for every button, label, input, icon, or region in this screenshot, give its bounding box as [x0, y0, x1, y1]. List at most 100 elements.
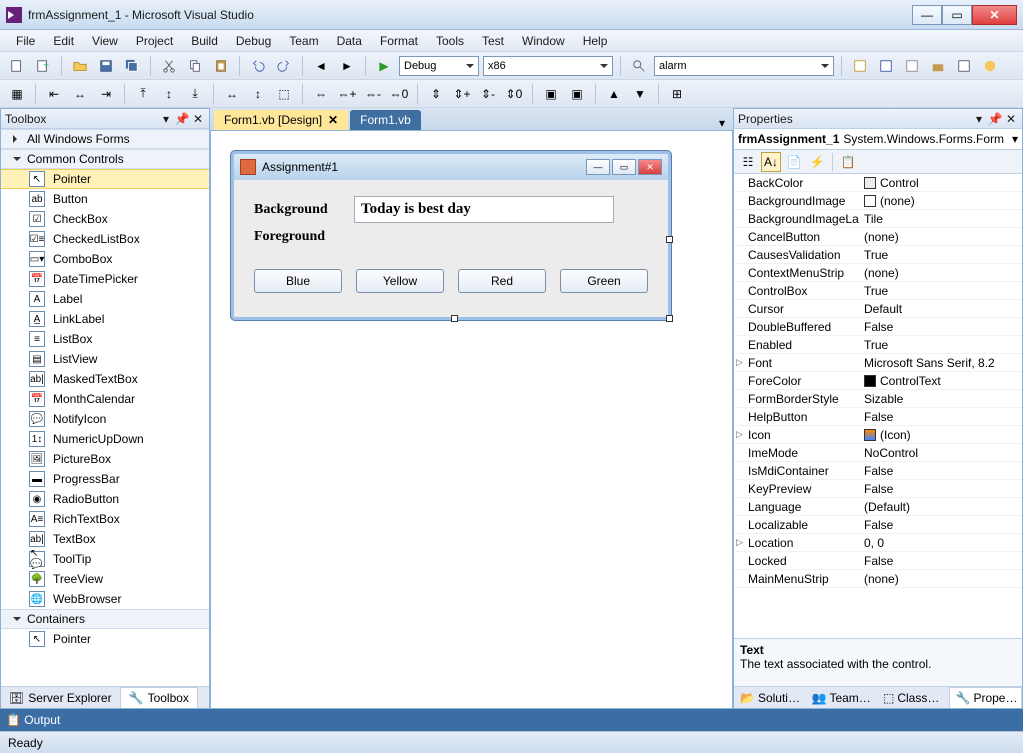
close-button[interactable]: ✕ [972, 5, 1017, 25]
menu-view[interactable]: View [84, 32, 126, 50]
prop-row-doublebuffered[interactable]: DoubleBufferedFalse [734, 318, 1022, 336]
doc-tabs-dropdown[interactable]: ▾ [715, 116, 729, 130]
menu-team[interactable]: Team [281, 32, 326, 50]
bring-front-button[interactable]: ▲ [603, 83, 625, 105]
expand-icon[interactable]: ▷ [736, 429, 743, 440]
toolbox-list[interactable]: All Windows Forms Common Controls ↖Point… [1, 129, 209, 686]
tab-properties[interactable]: 🔧Prope… [949, 687, 1023, 708]
extension-button[interactable] [979, 55, 1001, 77]
tab-class-view[interactable]: ⬚Class… [877, 687, 949, 708]
prop-row-contextmenustrip[interactable]: ContextMenuStrip(none) [734, 264, 1022, 282]
prop-row-font[interactable]: ▷FontMicrosoft Sans Serif, 8.2 [734, 354, 1022, 372]
button-blue[interactable]: Blue [254, 269, 342, 293]
center-vert-button[interactable]: ▣ [566, 83, 588, 105]
toolbox-item-pointer[interactable]: ↖Pointer [1, 169, 209, 189]
align-right-button[interactable]: ⇥ [95, 83, 117, 105]
prop-row-backcolor[interactable]: BackColorControl [734, 174, 1022, 192]
solution-explorer-button[interactable] [849, 55, 871, 77]
toolbox-group-allforms[interactable]: All Windows Forms [1, 129, 209, 149]
align-center-button[interactable]: ↔ [69, 83, 91, 105]
prop-row-icon[interactable]: ▷Icon(Icon) [734, 426, 1022, 444]
tab-server-explorer[interactable]: 🗄Server Explorer [1, 687, 120, 708]
tab-toolbox[interactable]: 🔧Toolbox [120, 687, 198, 708]
toolbox-item-picturebox[interactable]: 🖼PictureBox [1, 449, 209, 469]
toolbox-item-webbrowser[interactable]: 🌐WebBrowser [1, 589, 209, 609]
vspace-inc-button[interactable]: ⇕+ [451, 83, 473, 105]
menu-test[interactable]: Test [474, 32, 512, 50]
label-foreground[interactable]: Foreground [254, 229, 354, 245]
same-width-button[interactable]: ↔ [221, 83, 243, 105]
align-middle-button[interactable]: ↕ [158, 83, 180, 105]
save-button[interactable] [95, 55, 117, 77]
paste-button[interactable] [210, 55, 232, 77]
menu-build[interactable]: Build [183, 32, 226, 50]
prop-row-backgroundimagela[interactable]: BackgroundImageLaTile [734, 210, 1022, 228]
prop-row-location[interactable]: ▷Location0, 0 [734, 534, 1022, 552]
hspace-dec-button[interactable]: ⇔- [362, 83, 384, 105]
send-back-button[interactable]: ▼ [629, 83, 651, 105]
properties-button[interactable]: 📄 [784, 152, 804, 172]
copy-button[interactable] [184, 55, 206, 77]
redo-button[interactable] [273, 55, 295, 77]
prop-row-controlbox[interactable]: ControlBoxTrue [734, 282, 1022, 300]
prop-row-formborderstyle[interactable]: FormBorderStyleSizable [734, 390, 1022, 408]
toolbox-item-label[interactable]: ALabel [1, 289, 209, 309]
toolbox-item-notifyicon[interactable]: 💬NotifyIcon [1, 409, 209, 429]
cut-button[interactable] [158, 55, 180, 77]
prop-row-mainmenustrip[interactable]: MainMenuStrip(none) [734, 570, 1022, 588]
properties-object-selector[interactable]: frmAssignment_1 System.Windows.Forms.For… [734, 129, 1022, 150]
nav-back-button[interactable]: ◄ [310, 55, 332, 77]
toolbox-item-pointer[interactable]: ↖Pointer [1, 629, 209, 649]
open-button[interactable] [69, 55, 91, 77]
toolbox-item-checkbox[interactable]: ☑CheckBox [1, 209, 209, 229]
same-size-button[interactable]: ⬚ [273, 83, 295, 105]
prop-row-enabled[interactable]: EnabledTrue [734, 336, 1022, 354]
hspace-equal-button[interactable]: ⇔ [310, 83, 332, 105]
form-window[interactable]: Assignment#1 — ▭ ✕ Background Today is b… [231, 151, 671, 320]
prop-row-ismdicontainer[interactable]: IsMdiContainerFalse [734, 462, 1022, 480]
toolbox-group-common[interactable]: Common Controls [1, 149, 209, 169]
toolbox-item-numericupdown[interactable]: 1↕NumericUpDown [1, 429, 209, 449]
menu-help[interactable]: Help [575, 32, 616, 50]
designer-surface[interactable]: Assignment#1 — ▭ ✕ Background Today is b… [210, 130, 733, 709]
toolbox-item-datetimepicker[interactable]: 📅DateTimePicker [1, 269, 209, 289]
toolbox-item-tooltip[interactable]: ↖💬ToolTip [1, 549, 209, 569]
vspace-equal-button[interactable]: ⇕ [425, 83, 447, 105]
toolbox-item-progressbar[interactable]: ▬ProgressBar [1, 469, 209, 489]
property-pages-button[interactable]: 📋 [838, 152, 858, 172]
toolbox-item-maskedtextbox[interactable]: ab|MaskedTextBox [1, 369, 209, 389]
hspace-inc-button[interactable]: ⇔+ [336, 83, 358, 105]
minimize-button[interactable]: — [912, 5, 942, 25]
new-project-button[interactable] [6, 55, 28, 77]
toolbox-item-linklabel[interactable]: A̲LinkLabel [1, 309, 209, 329]
find-button[interactable] [628, 55, 650, 77]
toolbox-item-button[interactable]: abButton [1, 189, 209, 209]
properties-grid[interactable]: BackColorControlBackgroundImage(none)Bac… [734, 174, 1022, 638]
doc-tab-code[interactable]: Form1.vb [350, 110, 421, 130]
menu-project[interactable]: Project [128, 32, 181, 50]
toolbox-item-combobox[interactable]: ▭▾ComboBox [1, 249, 209, 269]
prop-row-helpbutton[interactable]: HelpButtonFalse [734, 408, 1022, 426]
menu-tools[interactable]: Tools [428, 32, 472, 50]
platform-combo[interactable]: x86 [483, 56, 613, 76]
undo-button[interactable] [247, 55, 269, 77]
vspace-remove-button[interactable]: ⇕0 [503, 83, 525, 105]
center-horiz-button[interactable]: ▣ [540, 83, 562, 105]
save-all-button[interactable] [121, 55, 143, 77]
same-height-button[interactable]: ↕ [247, 83, 269, 105]
panel-dropdown-button[interactable]: ▾ [972, 112, 986, 126]
alphabetical-button[interactable]: A↓ [761, 152, 781, 172]
tab-solution-explorer[interactable]: 📂Soluti… [734, 687, 806, 708]
prop-row-backgroundimage[interactable]: BackgroundImage(none) [734, 192, 1022, 210]
toolbox-item-listbox[interactable]: ≡ListBox [1, 329, 209, 349]
nav-fwd-button[interactable]: ► [336, 55, 358, 77]
align-bottom-button[interactable]: ⤓ [184, 83, 206, 105]
start-debug-button[interactable]: ▶ [373, 55, 395, 77]
prop-row-locked[interactable]: LockedFalse [734, 552, 1022, 570]
menu-data[interactable]: Data [329, 32, 370, 50]
config-combo[interactable]: Debug [399, 56, 479, 76]
menu-file[interactable]: File [8, 32, 43, 50]
start-page-button[interactable] [953, 55, 975, 77]
toolbox-item-monthcalendar[interactable]: 📅MonthCalendar [1, 389, 209, 409]
align-top-button[interactable]: ⤒ [132, 83, 154, 105]
